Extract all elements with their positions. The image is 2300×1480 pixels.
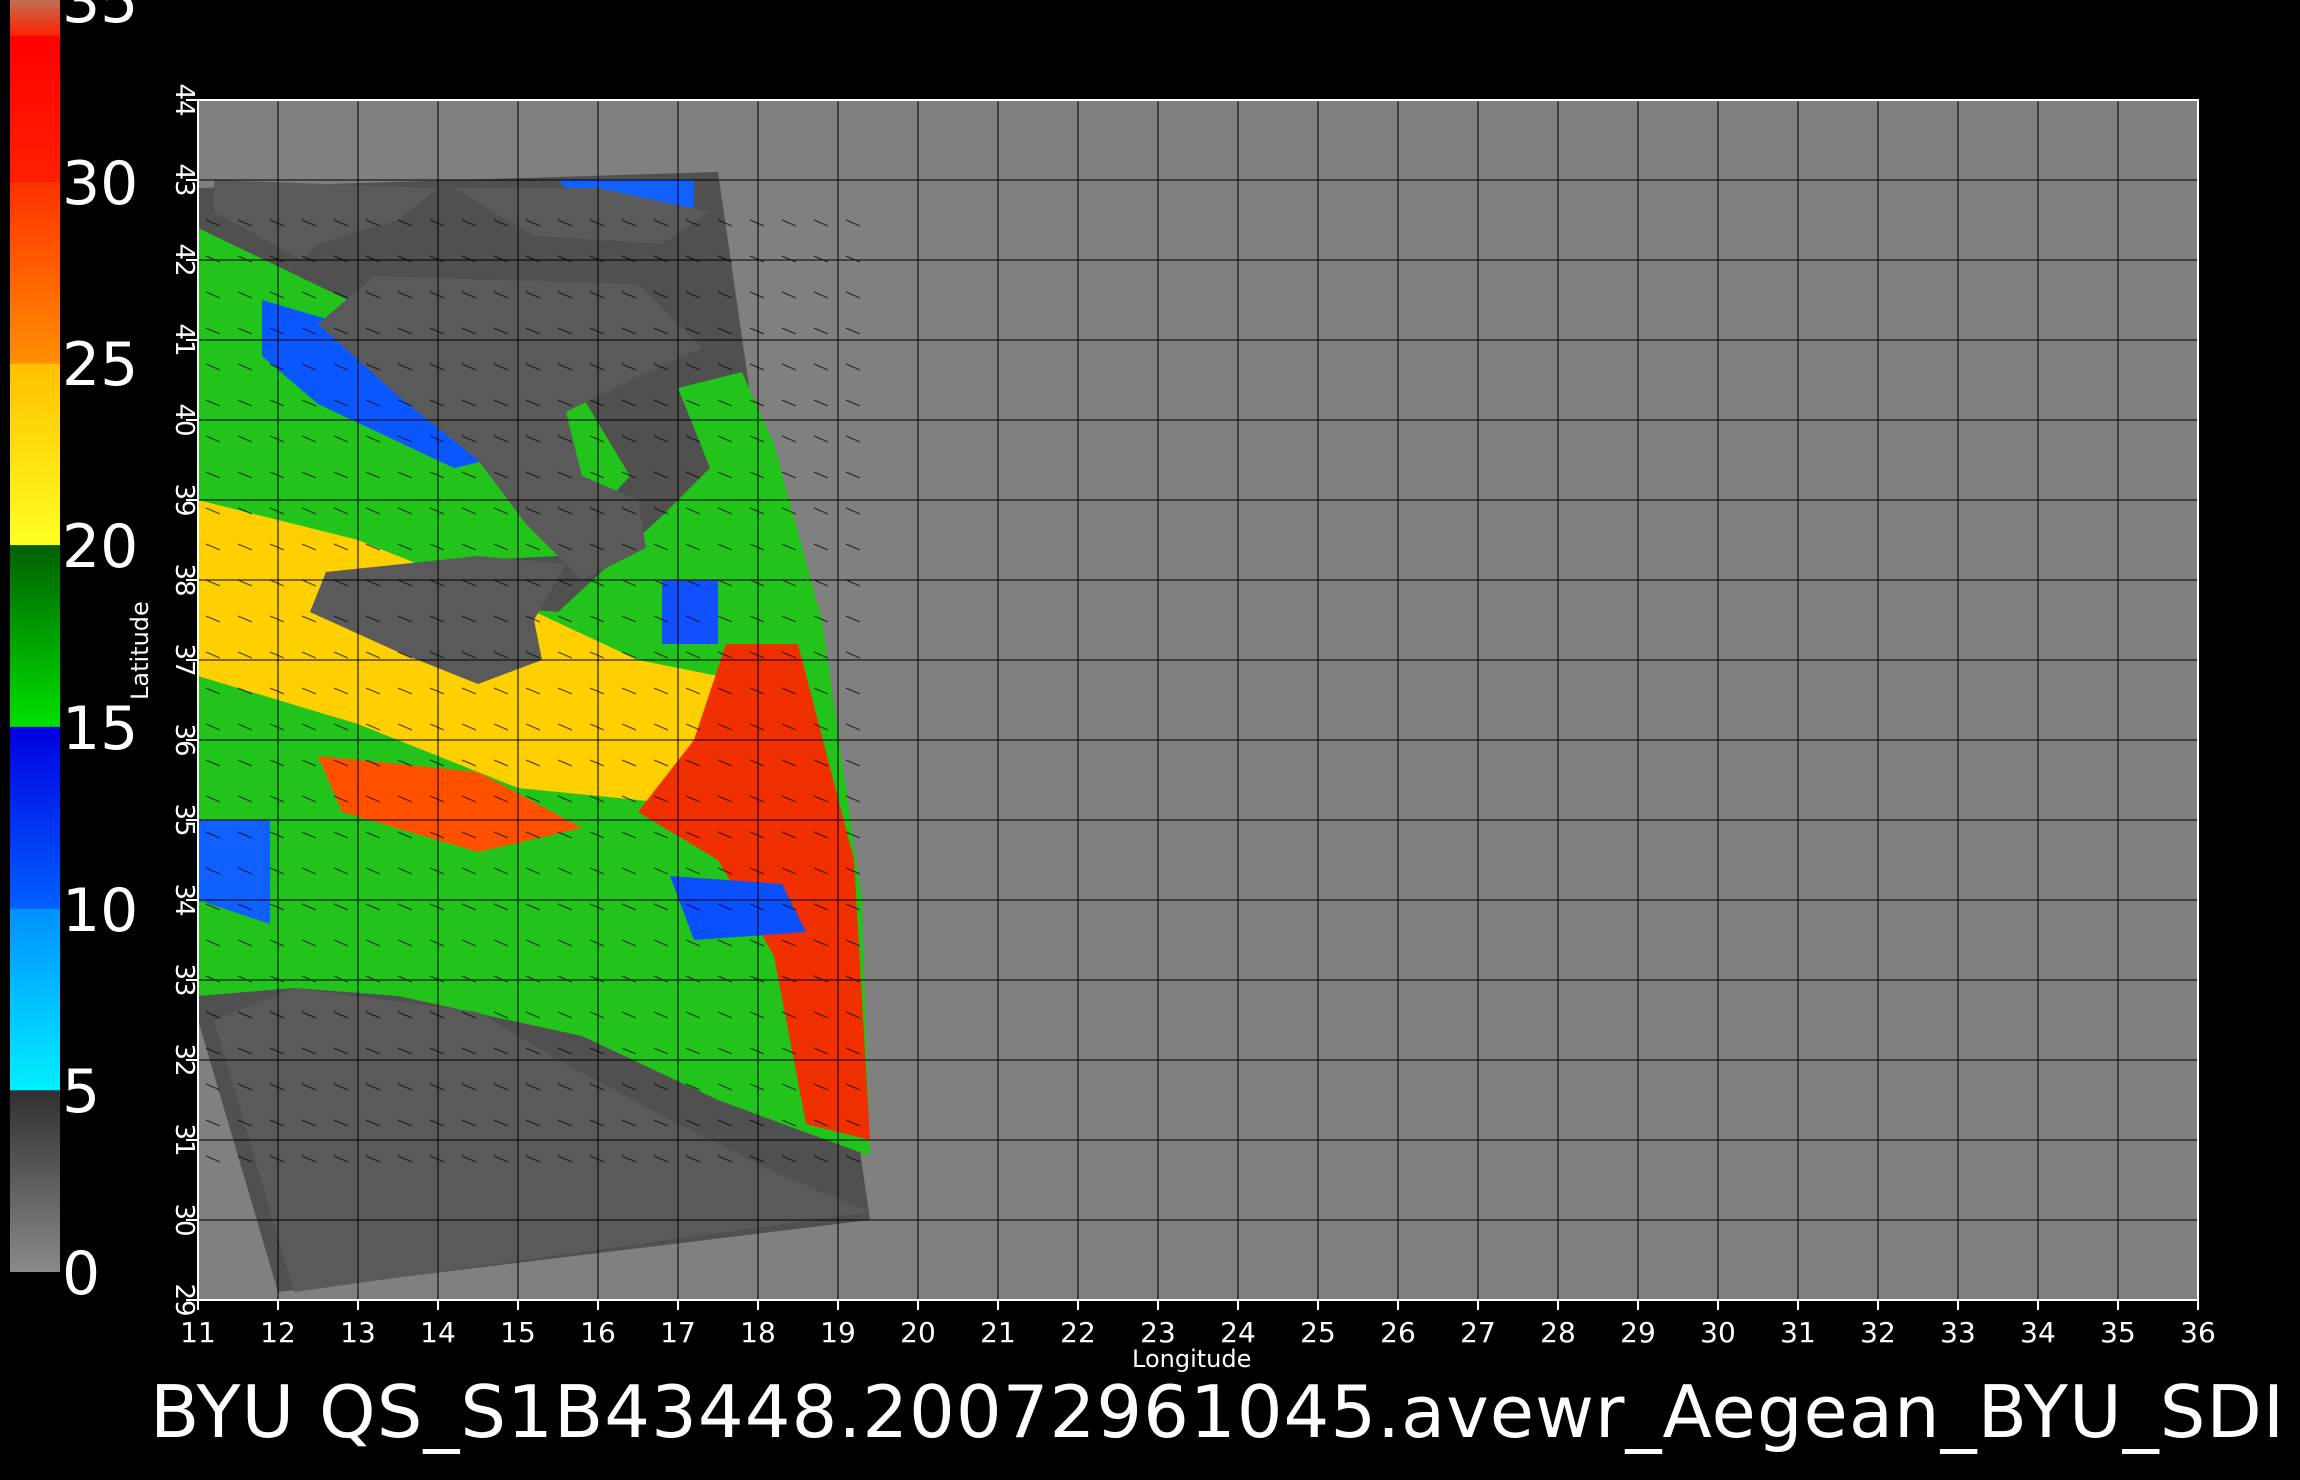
lon-tick-label: 32 [1860, 1316, 1896, 1349]
lon-tick-label: 36 [2180, 1316, 2216, 1349]
lon-tick-label: 12 [260, 1316, 296, 1349]
lon-tick-label: 28 [1540, 1316, 1576, 1349]
lat-tick-label: 44 [169, 83, 199, 116]
lat-tick-label: 42 [169, 243, 199, 276]
lat-tick-label: 33 [169, 963, 199, 996]
lon-tick-label: 16 [580, 1316, 616, 1349]
lat-tick-label: 36 [169, 723, 199, 756]
lat-tick-label: 38 [169, 563, 199, 596]
map-figure: 35 30 25 20 15 10 5 0 11 12 13 14 15 16 17 18 19 20 21 22 2… [0, 0, 2300, 1480]
lon-tick-label: 31 [1780, 1316, 1816, 1349]
lon-tick-label: 35 [2100, 1316, 2136, 1349]
lat-tick-label: 29 [169, 1283, 199, 1316]
lon-tick-label: 34 [2020, 1316, 2056, 1349]
lon-tick-label: 19 [820, 1316, 856, 1349]
lat-tick-label: 39 [169, 483, 199, 516]
lon-tick-label: 15 [500, 1316, 536, 1349]
lon-tick-label: 14 [420, 1316, 456, 1349]
lat-tick-label: 40 [169, 403, 199, 436]
lon-tick-label: 30 [1700, 1316, 1736, 1349]
lat-tick-label: 34 [169, 883, 199, 916]
x-axis-title: Longitude [1132, 1345, 1252, 1373]
lat-tick-label: 43 [169, 163, 199, 196]
lat-tick-label: 31 [169, 1123, 199, 1156]
y-axis-title: Latitude [126, 601, 154, 700]
lon-tick-label: 17 [660, 1316, 696, 1349]
lon-tick-label: 22 [1060, 1316, 1096, 1349]
lon-tick-label: 33 [1940, 1316, 1976, 1349]
lat-tick-label: 41 [169, 323, 199, 356]
lat-tick-label: 30 [169, 1203, 199, 1236]
lat-tick-label: 37 [169, 643, 199, 676]
lon-tick-label: 13 [340, 1316, 376, 1349]
lon-tick-label: 26 [1380, 1316, 1416, 1349]
lon-tick-label: 25 [1300, 1316, 1336, 1349]
wind-speed-map: 11 12 13 14 15 16 17 18 19 20 21 22 23 24 25 26 27 28 29 30… [169, 70, 2228, 1349]
lon-tick-label: 18 [740, 1316, 776, 1349]
lon-tick-label: 27 [1460, 1316, 1496, 1349]
lon-tick-label: 11 [180, 1316, 216, 1349]
lon-tick-label: 21 [980, 1316, 1016, 1349]
lon-tick-label: 20 [900, 1316, 936, 1349]
lon-tick-label: 29 [1620, 1316, 1656, 1349]
lat-tick-label: 32 [169, 1043, 199, 1076]
lat-tick-label: 35 [169, 803, 199, 836]
plot-title: BYU QS_S1B43448.20072961045.avewr_Aegean… [150, 1370, 2286, 1454]
sea-blue-region-gulf [662, 580, 718, 644]
